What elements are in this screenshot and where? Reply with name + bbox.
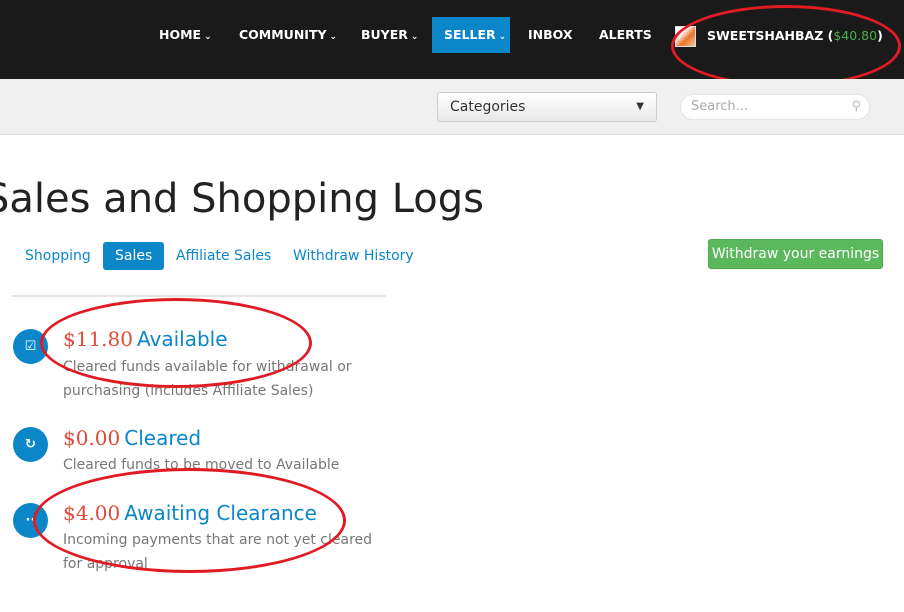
chevron-down-icon: ⌄ [498,32,507,42]
tab-withdraw-history[interactable]: Withdraw History [281,242,426,270]
nav-label: COMMUNITY [239,27,327,42]
nav-seller[interactable]: SELLER ⌄ [432,17,510,53]
search-icon[interactable]: ⚲ [851,95,861,119]
nav-label: SELLER [444,27,496,42]
nav-label: INBOX [528,27,573,42]
categories-label: Categories [450,99,526,115]
page-title: Sales and Shopping Logs [0,176,484,222]
annotation-oval [33,468,346,573]
amount-line: $0.00 Cleared [63,426,201,450]
tab-shopping[interactable]: Shopping [13,242,103,270]
nav-alerts[interactable]: ALERTS [589,17,662,53]
search-placeholder: Search... [691,99,749,114]
tab-affiliate-sales[interactable]: Affiliate Sales [164,242,283,270]
caret-down-icon: ▼ [636,101,644,112]
search-input[interactable]: Search... ⚲ [680,94,870,120]
nav-label: BUYER [361,27,408,42]
annotation-oval [671,5,901,87]
nav-inbox[interactable]: INBOX [518,17,582,53]
chevron-down-icon: ⌄ [204,32,212,42]
tab-sales[interactable]: Sales [103,242,165,270]
nav-label: HOME [159,27,202,42]
chevron-down-icon: ⌄ [329,32,338,42]
withdraw-earnings-button[interactable]: Withdraw your earnings [708,239,883,269]
nav-home[interactable]: HOME ⌄ [149,17,222,53]
chevron-down-icon: ⌄ [410,32,419,42]
nav-label: ALERTS [599,27,652,42]
status-label: Cleared [124,426,202,450]
categories-dropdown[interactable]: Categories ▼ [437,92,657,122]
amount: $0.00 [63,426,121,450]
annotation-oval [40,298,312,388]
nav-community[interactable]: COMMUNITY ⌄ [229,17,347,53]
divider [12,295,386,297]
nav-buyer[interactable]: BUYER ⌄ [351,17,428,53]
refresh-icon: ↻ [13,427,48,462]
